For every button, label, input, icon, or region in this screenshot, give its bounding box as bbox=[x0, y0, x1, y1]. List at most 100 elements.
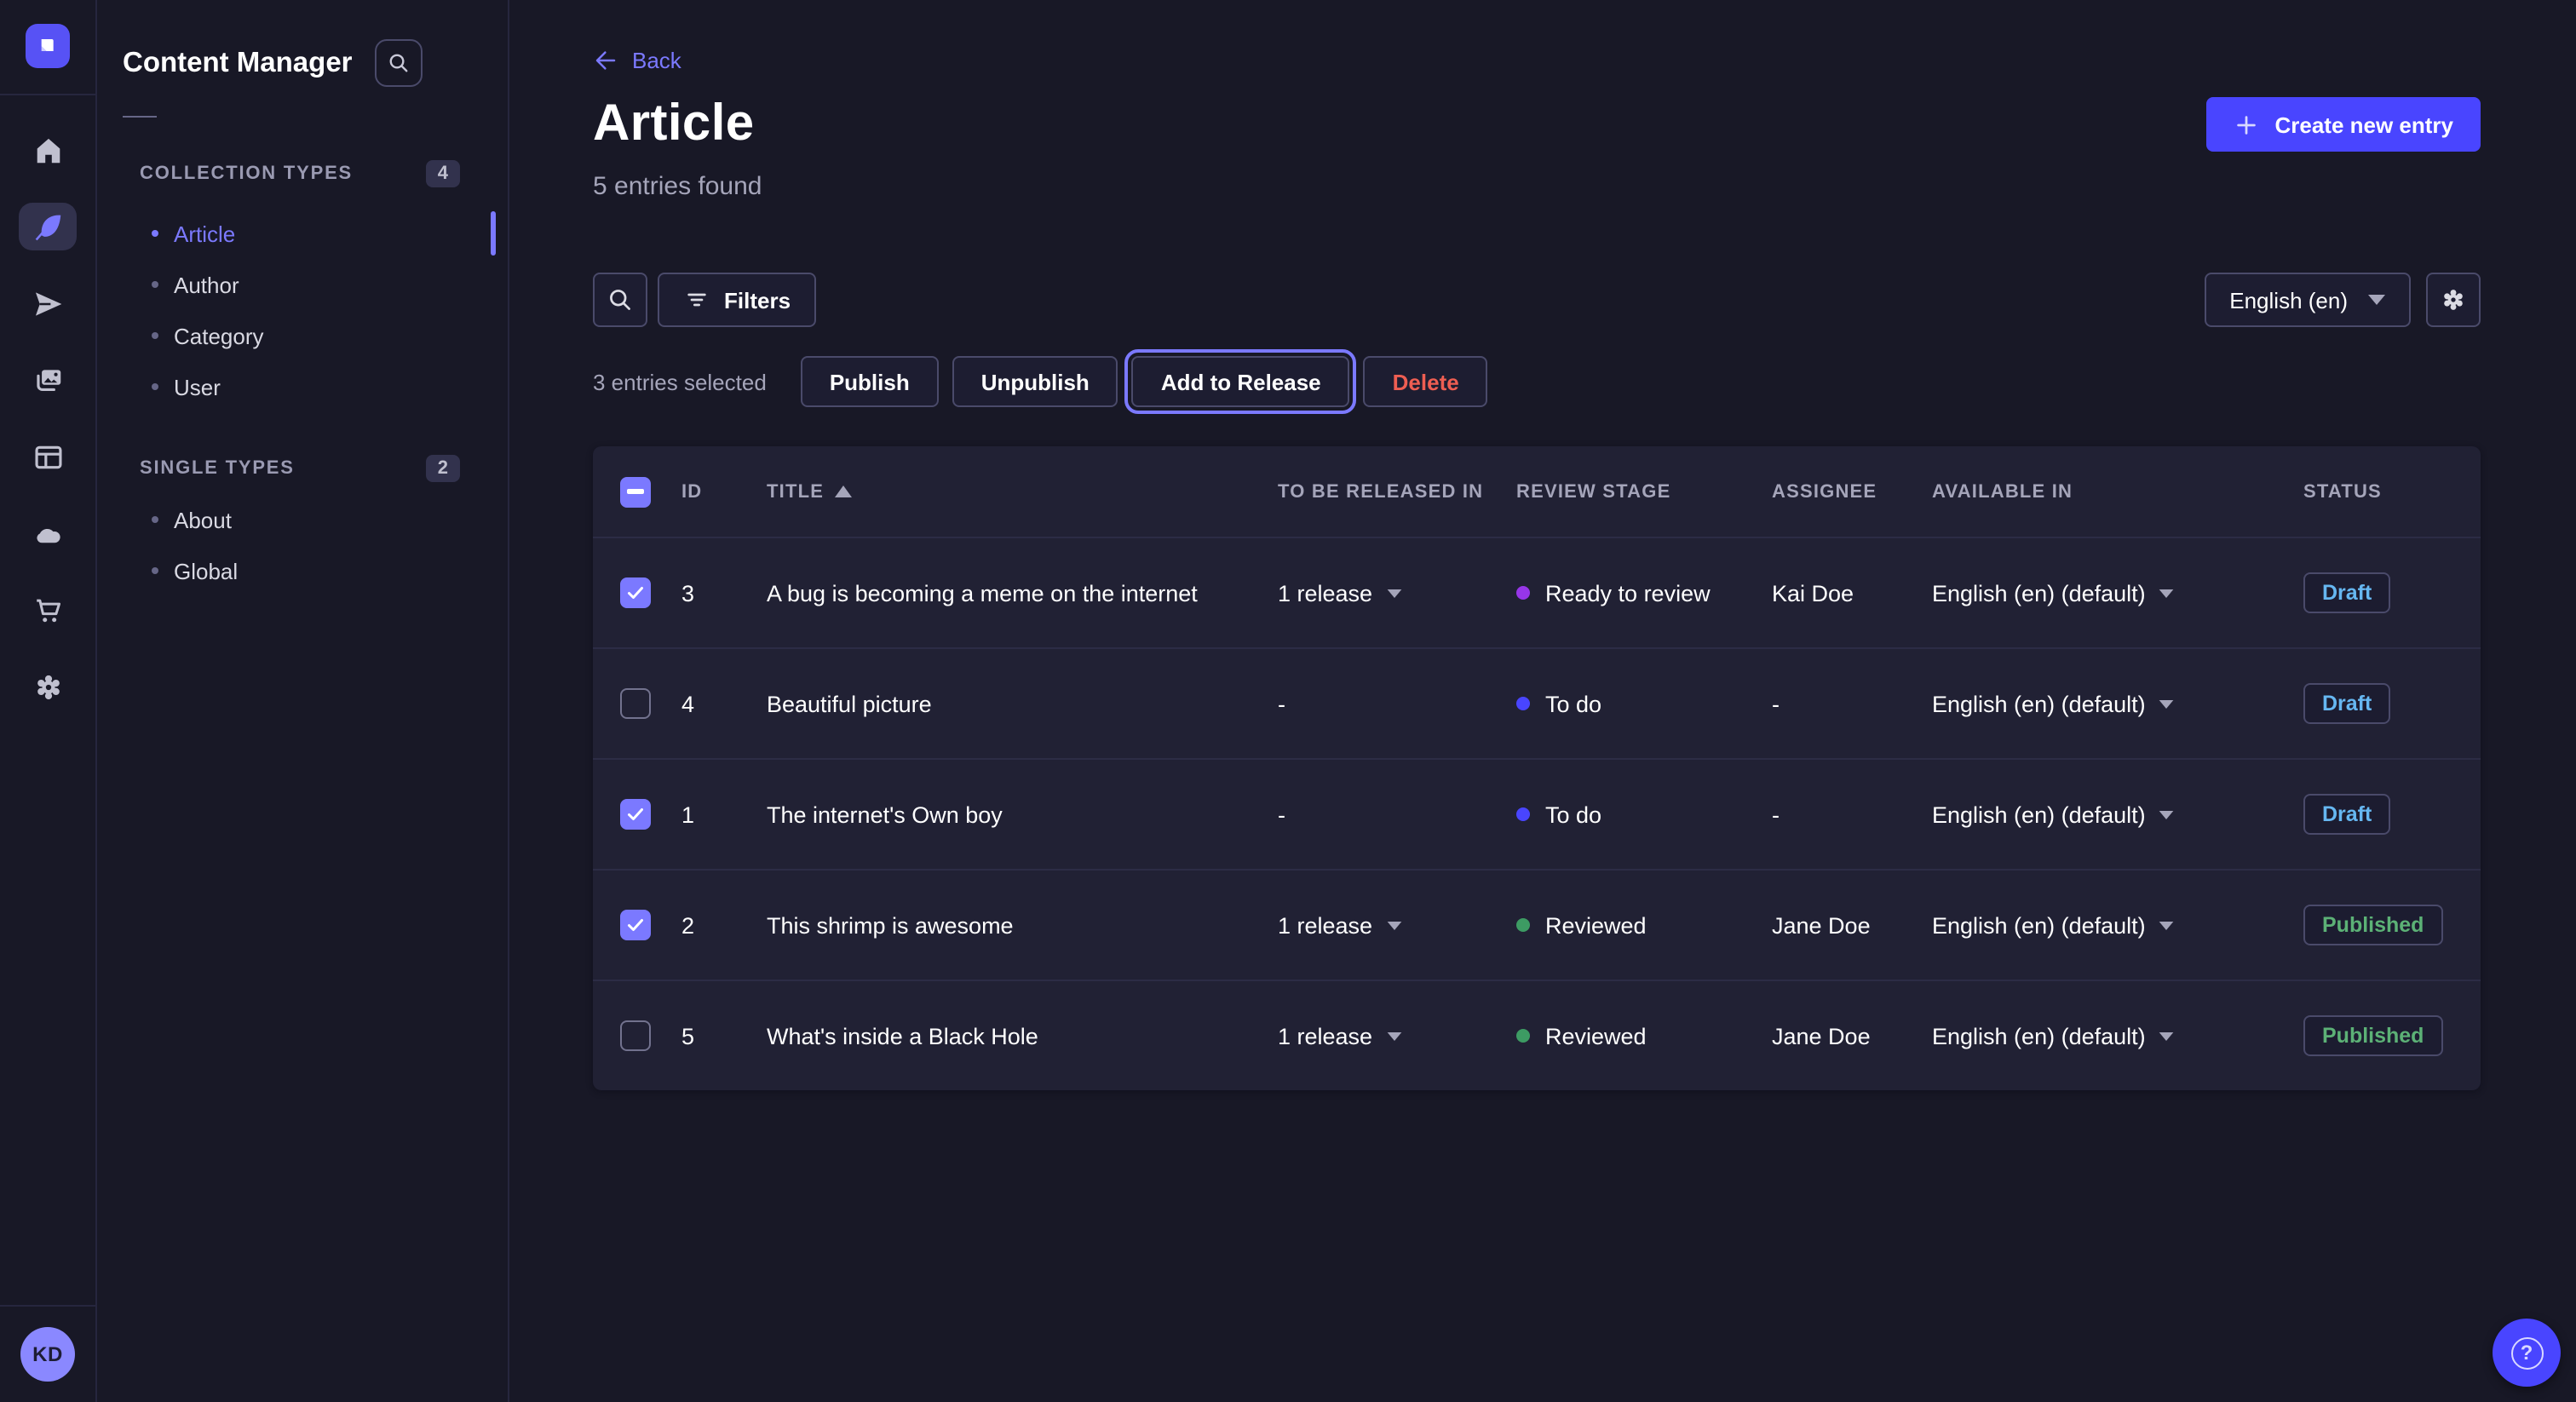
col-header-assignee[interactable]: ASSIGNEE bbox=[1772, 481, 1932, 502]
col-header-available-in[interactable]: AVAILABLE IN bbox=[1932, 481, 2303, 502]
back-label: Back bbox=[632, 48, 681, 73]
section-collection-types: COLLECTION TYPES 4 bbox=[99, 157, 508, 191]
gear-icon bbox=[32, 670, 64, 703]
chevron-down-icon bbox=[1386, 589, 1401, 597]
cell-id: 4 bbox=[681, 691, 767, 716]
check-icon bbox=[625, 915, 646, 935]
cell-review-stage: Reviewed bbox=[1516, 1023, 1772, 1049]
cell-title: This shrimp is awesome bbox=[767, 912, 1278, 938]
nav-marketplace[interactable] bbox=[19, 586, 77, 634]
rail-nav bbox=[0, 126, 95, 710]
sidebar-item-user[interactable]: User bbox=[99, 361, 508, 412]
help-button[interactable]: ? bbox=[2493, 1319, 2561, 1387]
view-settings-button[interactable] bbox=[2426, 273, 2481, 327]
cell-to-be-released-in[interactable]: 1 release bbox=[1278, 1023, 1516, 1049]
locale-select[interactable]: English (en) bbox=[2204, 273, 2411, 327]
unpublish-button[interactable]: Unpublish bbox=[952, 356, 1118, 407]
sidebar-item-author[interactable]: Author bbox=[99, 259, 508, 310]
cell-to-be-released-in[interactable]: 1 release bbox=[1278, 912, 1516, 938]
status-badge: Draft bbox=[2303, 572, 2390, 613]
add-to-release-button[interactable]: Add to Release bbox=[1132, 356, 1350, 407]
cell-assignee: - bbox=[1772, 691, 1932, 716]
sidebar-item-article[interactable]: Article bbox=[99, 208, 508, 259]
app-window: KD Content Manager COLLECTION TYPES 4 Ar… bbox=[0, 0, 2576, 1402]
cell-available-in[interactable]: English (en) (default) bbox=[1932, 912, 2303, 938]
nav-releases[interactable] bbox=[19, 279, 77, 327]
back-link[interactable]: Back bbox=[593, 48, 681, 73]
sort-ascending-icon[interactable] bbox=[834, 486, 851, 497]
gear-icon bbox=[2440, 286, 2467, 313]
chevron-down-icon bbox=[2368, 295, 2385, 305]
cell-to-be-released-in[interactable]: 1 release bbox=[1278, 580, 1516, 606]
row-checkbox[interactable] bbox=[620, 1020, 651, 1051]
chevron-down-icon bbox=[2159, 810, 2175, 819]
cell-available-in[interactable]: English (en) (default) bbox=[1932, 691, 2303, 716]
main-content: Back Article Create new entry 5 entries … bbox=[509, 0, 2576, 1402]
table-row[interactable]: 1 The internet's Own boy - To do - Engli… bbox=[593, 758, 2481, 869]
row-checkbox[interactable] bbox=[620, 577, 651, 608]
cell-id: 1 bbox=[681, 802, 767, 827]
cell-review-stage: Reviewed bbox=[1516, 912, 1772, 938]
create-new-entry-button[interactable]: Create new entry bbox=[2206, 97, 2481, 152]
table-row[interactable]: 5 What's inside a Black Hole 1 release R… bbox=[593, 980, 2481, 1090]
search-button[interactable] bbox=[593, 273, 647, 327]
cell-available-in[interactable]: English (en) (default) bbox=[1932, 802, 2303, 827]
cell-review-stage: Ready to review bbox=[1516, 580, 1772, 606]
chevron-down-icon bbox=[1386, 1031, 1401, 1040]
nav-rail: KD bbox=[0, 0, 97, 1402]
page-title: Article bbox=[593, 95, 755, 153]
indeterminate-icon bbox=[627, 490, 644, 494]
user-avatar[interactable]: KD bbox=[20, 1327, 75, 1382]
single-types-list: About Global bbox=[99, 494, 508, 596]
row-checkbox[interactable] bbox=[620, 799, 651, 830]
chevron-down-icon bbox=[2159, 699, 2175, 708]
nav-content-type-builder[interactable] bbox=[19, 433, 77, 480]
sidebar-item-global[interactable]: Global bbox=[99, 545, 508, 596]
col-header-review-stage[interactable]: REVIEW STAGE bbox=[1516, 481, 1772, 502]
nav-content-manager[interactable] bbox=[19, 203, 77, 250]
col-header-released[interactable]: TO BE RELEASED IN bbox=[1278, 481, 1516, 502]
subnav-search-button[interactable] bbox=[375, 39, 423, 87]
nav-media-library[interactable] bbox=[19, 356, 77, 404]
row-checkbox[interactable] bbox=[620, 688, 651, 719]
col-header-title[interactable]: TITLE bbox=[767, 481, 1278, 502]
publish-button[interactable]: Publish bbox=[801, 356, 939, 407]
table-header-row: ID TITLE TO BE RELEASED IN REVIEW STAGE … bbox=[593, 446, 2481, 537]
chevron-down-icon bbox=[2159, 1031, 2175, 1040]
chevron-down-icon bbox=[2159, 589, 2175, 597]
table-row[interactable]: 4 Beautiful picture - To do - English (e… bbox=[593, 647, 2481, 758]
col-header-status[interactable]: STATUS bbox=[2303, 481, 2481, 502]
status-badge: Published bbox=[2303, 905, 2442, 945]
cell-available-in[interactable]: English (en) (default) bbox=[1932, 1023, 2303, 1049]
sidebar-item-about[interactable]: About bbox=[99, 494, 508, 545]
table-row[interactable]: 2 This shrimp is awesome 1 release Revie… bbox=[593, 869, 2481, 980]
cell-assignee: Jane Doe bbox=[1772, 1023, 1932, 1049]
select-all-checkbox[interactable] bbox=[620, 476, 651, 507]
nav-home[interactable] bbox=[19, 126, 77, 174]
filters-button[interactable]: Filters bbox=[658, 273, 816, 327]
plus-icon bbox=[2234, 112, 2259, 137]
collection-types-list: Article Author Category User bbox=[99, 208, 508, 412]
strapi-logo[interactable] bbox=[26, 24, 70, 68]
single-types-count-badge: 2 bbox=[426, 455, 460, 482]
nav-settings[interactable] bbox=[19, 663, 77, 710]
rail-divider bbox=[0, 94, 95, 95]
table-row[interactable]: 3 A bug is becoming a meme on the intern… bbox=[593, 537, 2481, 647]
sidebar-item-category[interactable]: Category bbox=[99, 310, 508, 361]
subnav-divider bbox=[123, 116, 157, 118]
selection-summary: 3 entries selected bbox=[593, 369, 767, 394]
chevron-down-icon bbox=[2159, 921, 2175, 929]
shopping-cart-icon bbox=[32, 594, 64, 626]
cell-title: A bug is becoming a meme on the internet bbox=[767, 580, 1278, 606]
cell-available-in[interactable]: English (en) (default) bbox=[1932, 580, 2303, 606]
delete-button[interactable]: Delete bbox=[1364, 356, 1488, 407]
cell-id: 2 bbox=[681, 912, 767, 938]
nav-deploy[interactable] bbox=[19, 509, 77, 557]
search-icon bbox=[607, 286, 634, 313]
cell-to-be-released-in: - bbox=[1278, 691, 1516, 716]
images-icon bbox=[32, 364, 64, 396]
section-single-types: SINGLE TYPES 2 bbox=[99, 451, 508, 486]
cell-title: Beautiful picture bbox=[767, 691, 1278, 716]
col-header-id[interactable]: ID bbox=[681, 481, 767, 502]
row-checkbox[interactable] bbox=[620, 910, 651, 940]
